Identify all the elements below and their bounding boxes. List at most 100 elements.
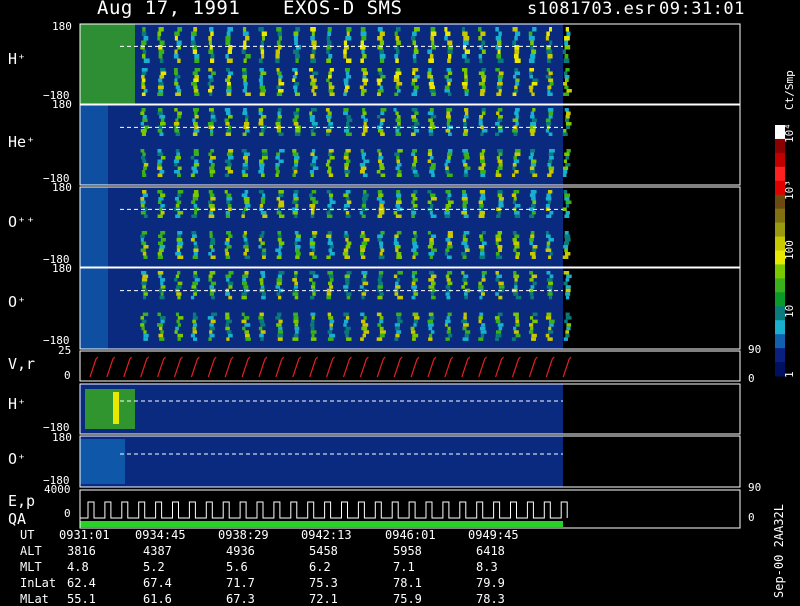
heatmap-cell xyxy=(546,193,551,197)
heatmap-cell xyxy=(192,312,197,317)
heatmap-cell xyxy=(377,234,383,238)
heatmap-cell xyxy=(293,49,299,54)
heatmap-cell xyxy=(142,285,146,289)
heatmap-cell xyxy=(309,118,315,122)
heatmap-cell xyxy=(429,204,434,208)
heatmap-cell xyxy=(309,278,313,282)
heatmap-cell xyxy=(262,248,267,252)
heatmap-cell xyxy=(157,152,164,156)
heatmap-cell xyxy=(362,333,367,338)
heatmap-cell xyxy=(427,245,433,249)
heatmap-cell xyxy=(160,292,164,296)
heatmap-cell xyxy=(242,166,249,170)
heatmap-cell xyxy=(529,166,535,170)
heatmap-cell xyxy=(141,326,145,331)
heatmap-cell xyxy=(448,333,453,338)
heatmap-cell xyxy=(565,27,569,32)
heatmap-cell xyxy=(208,159,213,163)
heatmap-cell xyxy=(545,333,550,338)
heatmap-cell xyxy=(309,204,316,208)
heatmap-cell xyxy=(309,111,313,115)
panel-bg xyxy=(80,384,563,434)
heatmap-cell xyxy=(446,295,451,300)
heatmap-cell xyxy=(157,312,161,317)
heatmap-cell xyxy=(377,238,382,242)
heatmap-cell xyxy=(242,71,247,75)
colorbar-unit: Ct/Smp xyxy=(783,70,796,110)
heatmap-cell xyxy=(277,337,283,341)
heatmap-cell xyxy=(241,295,247,300)
heatmap-cell xyxy=(532,200,537,204)
heatmap-cell xyxy=(513,197,517,201)
heatmap-cell xyxy=(327,40,332,45)
heatmap-cell xyxy=(292,118,298,122)
heatmap-cell xyxy=(379,292,384,296)
heatmap-cell xyxy=(514,281,518,286)
heatmap-cell xyxy=(480,330,487,334)
heatmap-cell xyxy=(344,82,349,86)
heatmap-cell xyxy=(328,75,332,79)
heatmap-cell xyxy=(478,285,484,289)
heatmap-cell xyxy=(361,295,365,300)
heatmap-cell xyxy=(496,255,503,259)
heatmap-cell xyxy=(141,281,147,286)
heatmap-cell xyxy=(444,214,451,218)
heatmap-cell xyxy=(412,204,418,208)
ephemeris-cell: 5.2 xyxy=(143,560,165,574)
heatmap-cell xyxy=(193,89,199,93)
heatmap-cell xyxy=(512,27,518,32)
heatmap-cell xyxy=(143,337,148,341)
heatmap-cell xyxy=(258,118,264,122)
heatmap-cell xyxy=(343,234,349,238)
heatmap-cell xyxy=(429,78,434,82)
heatmap-cell xyxy=(546,312,552,317)
heatmap-cell xyxy=(210,115,216,119)
heatmap-cell xyxy=(427,159,432,163)
heatmap-cell xyxy=(190,36,195,41)
heatmap-cell xyxy=(545,197,552,201)
heatmap-cell xyxy=(293,333,299,338)
ephemeris-cell: 79.9 xyxy=(476,576,505,590)
heatmap-cell xyxy=(563,173,567,177)
heatmap-cell xyxy=(377,214,383,218)
heatmap-cell xyxy=(278,36,282,41)
heatmap-block xyxy=(85,389,135,429)
heatmap-cell xyxy=(360,149,364,153)
heatmap-cell xyxy=(141,170,146,174)
heatmap-cell xyxy=(396,231,402,235)
heatmap-cell xyxy=(343,108,349,112)
heatmap-cell xyxy=(226,193,232,197)
heatmap-cell xyxy=(310,129,314,133)
heatmap-cell xyxy=(142,152,146,156)
heatmap-cell xyxy=(461,82,468,86)
heatmap-cell xyxy=(193,129,200,133)
heatmap-cell xyxy=(224,108,231,112)
heatmap-cell xyxy=(241,49,246,54)
ephemeris-cell: 78.3 xyxy=(476,592,505,606)
heatmap-cell xyxy=(478,281,482,286)
heatmap-cell xyxy=(480,31,486,36)
heatmap-cell xyxy=(362,197,368,201)
heatmap-cell xyxy=(430,27,436,32)
heatmap-cell xyxy=(276,40,281,45)
heatmap-cell xyxy=(192,326,197,331)
heatmap-cell xyxy=(464,58,470,63)
heatmap-cell xyxy=(326,78,330,82)
heatmap-cell xyxy=(142,27,146,32)
heatmap-cell xyxy=(312,85,318,89)
heatmap-cell xyxy=(362,71,368,75)
heatmap-cell xyxy=(479,159,485,163)
heatmap-cell xyxy=(549,149,555,153)
heatmap-cell xyxy=(157,200,162,204)
heatmap-cell xyxy=(361,204,367,208)
heatmap-cell xyxy=(142,312,149,317)
heatmap-cell xyxy=(227,49,232,54)
heatmap-cell xyxy=(158,333,164,338)
heatmap-cell xyxy=(224,173,230,177)
heatmap-cell xyxy=(329,319,335,324)
heatmap-cell xyxy=(328,122,334,126)
heatmap-cell xyxy=(226,337,230,341)
heatmap-cell xyxy=(430,234,437,238)
ephemeris-cell: 75.9 xyxy=(393,592,422,606)
heatmap-cell xyxy=(177,58,181,63)
